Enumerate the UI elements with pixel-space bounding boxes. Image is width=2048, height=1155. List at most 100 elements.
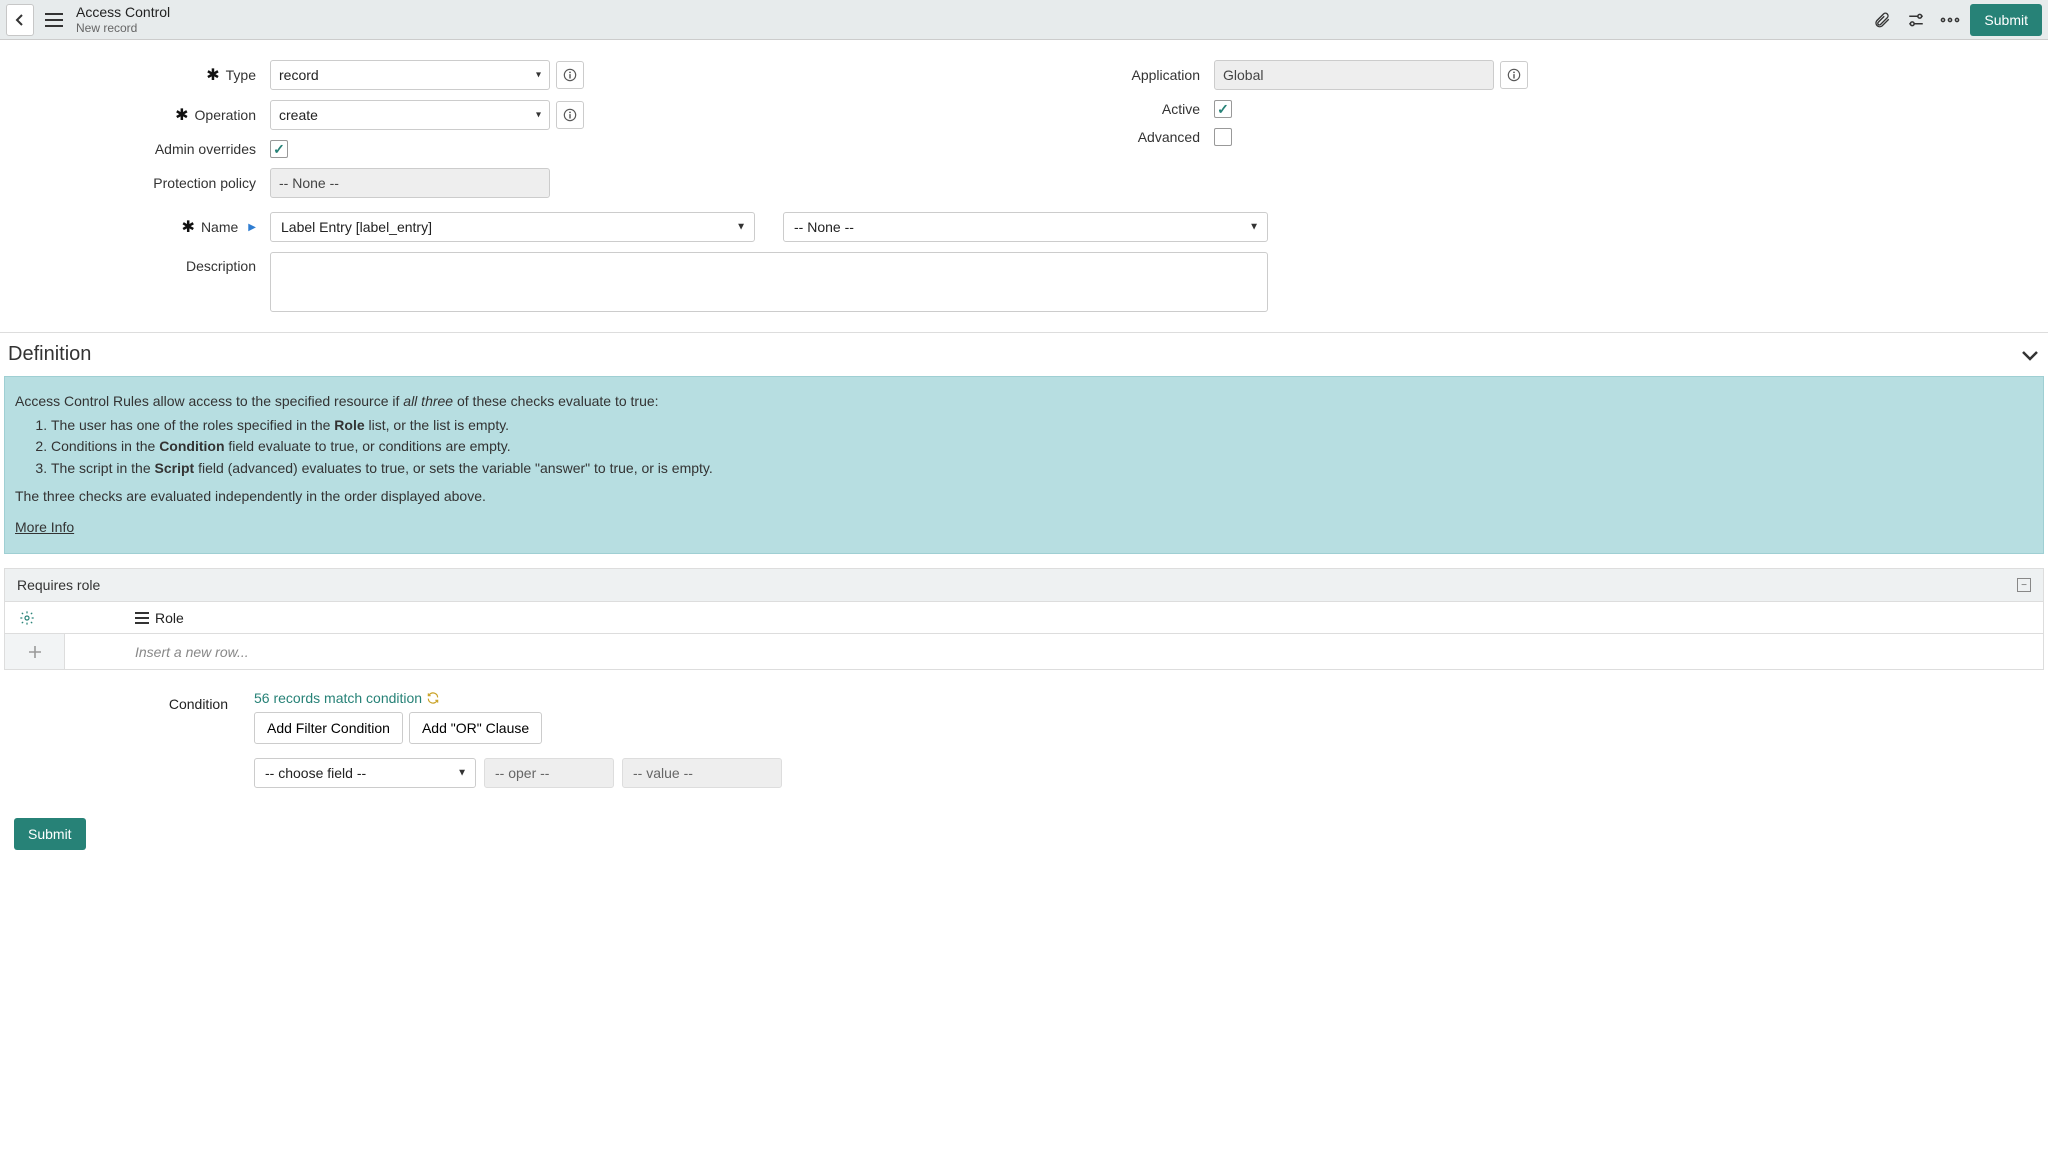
definition-info-banner: Access Control Rules allow access to the… xyxy=(4,376,2044,554)
description-textarea[interactable] xyxy=(270,252,1268,312)
label-condition: Condition xyxy=(4,690,254,788)
submit-button-header[interactable]: Submit xyxy=(1970,4,2042,36)
label-type: Type xyxy=(226,67,256,83)
condition-section: Condition 56 records match condition Add… xyxy=(0,670,2048,808)
condition-field-picker[interactable]: -- choose field -- ▼ xyxy=(254,758,476,788)
condition-operator-field: -- oper -- xyxy=(484,758,614,788)
protection-policy-field: -- None -- xyxy=(270,168,550,198)
application-field: Global xyxy=(1214,60,1494,90)
refresh-icon xyxy=(426,691,440,705)
label-operation: Operation xyxy=(195,107,256,123)
plus-icon xyxy=(28,645,42,659)
add-or-clause-button[interactable]: Add "OR" Clause xyxy=(409,712,542,744)
operation-info-button[interactable] xyxy=(556,101,584,129)
active-checkbox[interactable]: ✓ xyxy=(1214,100,1232,118)
banner-li3a: The script in the xyxy=(51,460,155,476)
name-field-picker[interactable]: -- None -- ▼ xyxy=(783,212,1268,242)
records-match-link[interactable]: 56 records match condition xyxy=(254,690,440,706)
form-area: ✱ Type record ▾ ✱ Operation create ▾ Admin o… xyxy=(0,40,2048,332)
chevron-down-icon xyxy=(2020,348,2040,362)
condition-value-field: -- value -- xyxy=(622,758,782,788)
banner-li1c: list, or the list is empty. xyxy=(365,417,509,433)
banner-li2c: field evaluate to true, or conditions ar… xyxy=(225,438,511,454)
operation-select-value: create xyxy=(279,107,318,123)
role-column-label: Role xyxy=(155,610,184,626)
type-select[interactable]: record ▾ xyxy=(270,60,550,90)
submit-button-footer[interactable]: Submit xyxy=(14,818,86,850)
name-table-value: Label Entry [label_entry] xyxy=(281,219,432,235)
records-match-text: 56 records match condition xyxy=(254,690,422,706)
banner-li1b: Role xyxy=(334,417,364,433)
section-definition-title: Definition xyxy=(8,343,91,366)
label-application: Application xyxy=(1132,67,1201,83)
hamburger-icon xyxy=(45,13,63,27)
attachments-button[interactable] xyxy=(1868,6,1896,34)
type-info-button[interactable] xyxy=(556,61,584,89)
application-info-button[interactable] xyxy=(1500,61,1528,89)
add-role-row-button[interactable] xyxy=(5,634,65,669)
insert-row-placeholder[interactable]: Insert a new row... xyxy=(65,644,249,660)
type-select-value: record xyxy=(279,67,319,83)
banner-li3c: field (advanced) evaluates to true, or s… xyxy=(194,460,713,476)
name-table-picker[interactable]: Label Entry [label_entry] ▼ xyxy=(270,212,755,242)
paperclip-icon xyxy=(1873,11,1891,29)
caret-down-icon: ▼ xyxy=(457,768,467,779)
label-active: Active xyxy=(1162,101,1200,117)
add-filter-button[interactable]: Add Filter Condition xyxy=(254,712,403,744)
admin-overrides-checkbox[interactable]: ✓ xyxy=(270,140,288,158)
form-col-left: ✱ Type record ▾ ✱ Operation create ▾ Admin o… xyxy=(110,60,994,208)
banner-li1a: The user has one of the roles specified … xyxy=(51,417,334,433)
more-horizontal-icon xyxy=(1940,17,1960,23)
condition-field-value: -- choose field -- xyxy=(265,765,366,781)
label-protection-policy: Protection policy xyxy=(153,175,256,191)
back-button[interactable] xyxy=(6,4,34,36)
requires-role-list: Requires role − Role Insert a new row... xyxy=(4,568,2044,670)
label-name: Name xyxy=(201,219,238,235)
requires-role-header: Requires role xyxy=(17,577,100,593)
label-description: Description xyxy=(186,258,256,274)
form-col-right: Application Global Active ✓ Advanced ✓ xyxy=(1054,60,1938,208)
caret-down-icon: ▼ xyxy=(1249,222,1259,233)
application-value: Global xyxy=(1223,67,1263,83)
more-actions-button[interactable] xyxy=(1936,6,1964,34)
banner-line1a: Access Control Rules allow access to the… xyxy=(15,393,403,409)
banner-line1b: all three xyxy=(403,393,453,409)
banner-line1c: of these checks evaluate to true: xyxy=(453,393,658,409)
sliders-icon xyxy=(1907,11,1925,29)
required-icon: ✱ xyxy=(175,105,188,125)
caret-down-icon: ▼ xyxy=(736,222,746,233)
banner-li2b: Condition xyxy=(159,438,224,454)
required-icon: ✱ xyxy=(206,65,219,85)
form-title: Access Control xyxy=(76,4,170,21)
banner-li3b: Script xyxy=(155,460,195,476)
reference-arrow-icon[interactable]: ▶ xyxy=(248,222,256,233)
banner-line2: The three checks are evaluated independe… xyxy=(15,486,2033,508)
info-icon xyxy=(563,108,577,122)
section-definition-header[interactable]: Definition xyxy=(0,332,2048,376)
topbar: Access Control New record Submit xyxy=(0,0,2048,40)
required-icon: ✱ xyxy=(182,217,195,237)
name-field-value: -- None -- xyxy=(794,219,854,235)
list-collapse-button[interactable]: − xyxy=(2017,578,2031,592)
personalize-button[interactable] xyxy=(1902,6,1930,34)
info-icon xyxy=(563,68,577,82)
form-footer: Submit xyxy=(0,808,2048,860)
more-info-link[interactable]: More Info xyxy=(15,519,74,535)
advanced-checkbox[interactable]: ✓ xyxy=(1214,128,1232,146)
form-subtitle: New record xyxy=(76,21,170,35)
title-block: Access Control New record xyxy=(76,4,170,35)
menu-button[interactable] xyxy=(40,6,68,34)
label-admin-overrides: Admin overrides xyxy=(155,141,256,157)
list-settings-button[interactable] xyxy=(5,610,65,626)
gear-icon xyxy=(19,610,35,626)
banner-li2a: Conditions in the xyxy=(51,438,159,454)
label-advanced: Advanced xyxy=(1138,129,1200,145)
chevron-left-icon xyxy=(14,13,26,27)
caret-icon: ▾ xyxy=(536,110,541,121)
protection-policy-value: -- None -- xyxy=(279,175,339,191)
hamburger-icon xyxy=(135,612,149,624)
operation-select[interactable]: create ▾ xyxy=(270,100,550,130)
role-column-header[interactable]: Role xyxy=(65,610,2043,626)
info-icon xyxy=(1507,68,1521,82)
caret-icon: ▾ xyxy=(536,70,541,81)
